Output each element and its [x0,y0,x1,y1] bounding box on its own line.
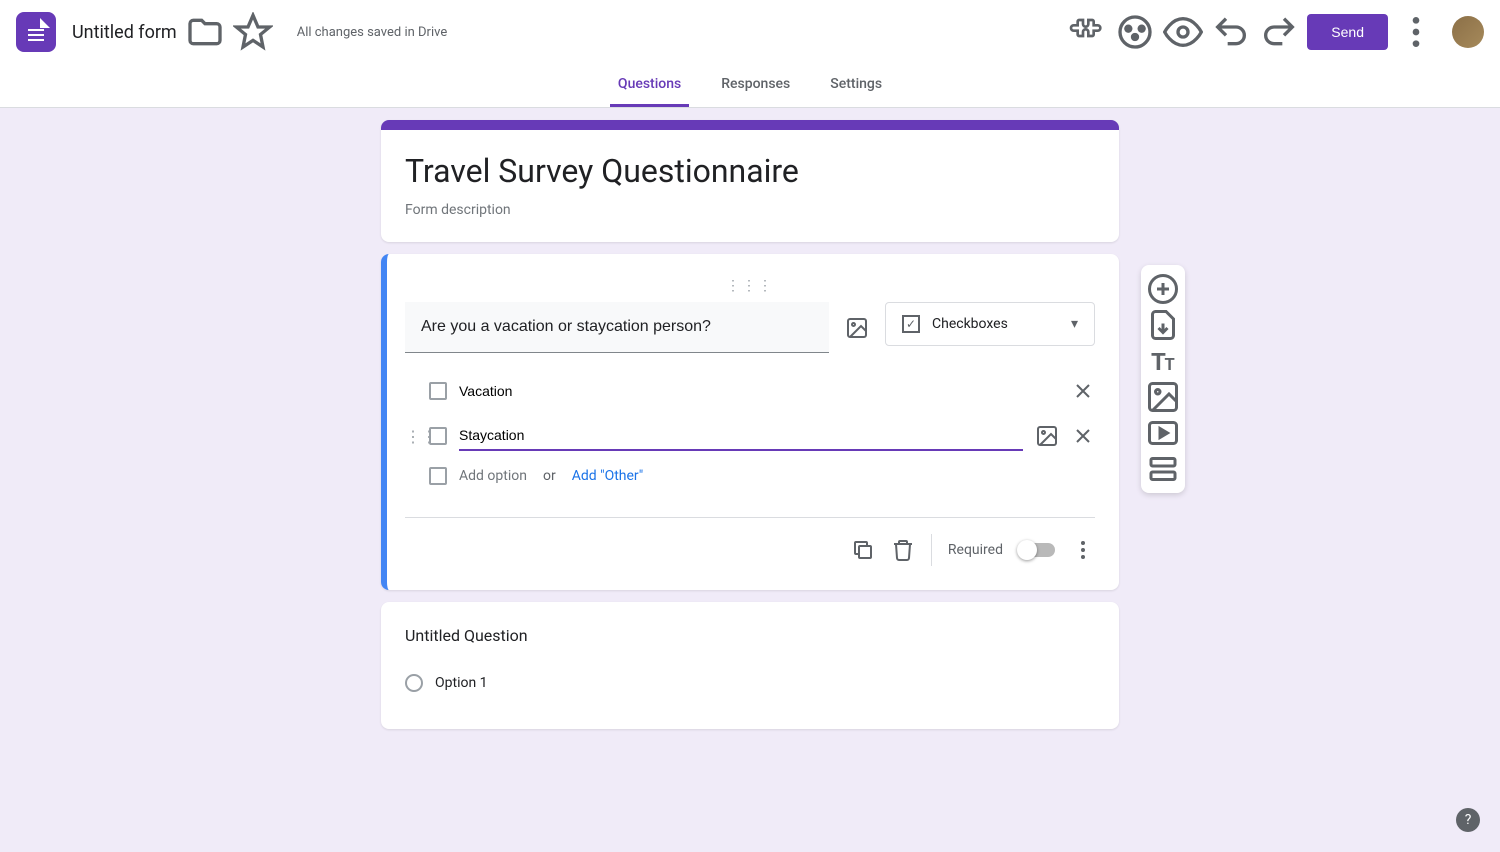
send-button[interactable]: Send [1307,14,1388,50]
remove-option-icon[interactable] [1071,379,1095,403]
redo-icon[interactable] [1259,12,1299,52]
duplicate-icon[interactable] [851,538,875,562]
option-checkbox [429,382,447,400]
delete-icon[interactable] [891,538,915,562]
side-toolbar: TT [1141,265,1185,493]
star-icon[interactable] [233,12,273,52]
tab-settings[interactable]: Settings [822,64,890,107]
question-card-2[interactable]: Untitled Question Option 1 [381,602,1119,729]
drag-handle-icon[interactable]: ⋮⋮⋮ [405,278,1095,294]
preview-icon[interactable] [1163,12,1203,52]
import-questions-icon[interactable] [1145,307,1181,343]
tab-questions[interactable]: Questions [610,64,689,107]
question-type-label: Checkboxes [932,316,1008,332]
title-card[interactable]: Travel Survey Questionnaire Form descrip… [381,120,1119,242]
form-description[interactable]: Form description [405,202,1095,218]
help-icon[interactable]: ? [1456,808,1480,832]
question-2-title: Untitled Question [405,626,1095,645]
question-more-icon[interactable] [1071,538,1095,562]
option-1-text: Option 1 [435,669,1095,697]
form-content: Travel Survey Questionnaire Form descrip… [365,120,1135,729]
question-type-select[interactable]: Checkboxes ▾ [885,302,1095,346]
svg-text:T: T [1165,356,1175,375]
addons-icon[interactable] [1067,12,1107,52]
option-row: Option 1 [405,661,1095,705]
form-name[interactable]: Untitled form [72,22,177,43]
option-image-icon[interactable] [1035,424,1059,448]
tab-responses[interactable]: Responses [713,64,798,107]
option-row-1: ⋮⋮ [405,369,1095,413]
add-section-icon[interactable] [1145,451,1181,487]
add-image-icon[interactable] [1145,379,1181,415]
option-checkbox [429,467,447,485]
question-card-1: ⋮⋮⋮ Checkboxes ▾ ⋮⋮ ⋮⋮ [381,254,1119,590]
checkbox-icon [902,315,920,333]
tabs: Questions Responses Settings [0,64,1500,108]
divider [931,534,932,566]
add-other-link[interactable]: Add "Other" [572,468,644,484]
question-footer: Required [405,517,1095,566]
add-video-icon[interactable] [1145,415,1181,451]
required-toggle[interactable] [1019,543,1055,557]
add-question-icon[interactable] [1145,271,1181,307]
avatar[interactable] [1452,16,1484,48]
theme-icon[interactable] [1115,12,1155,52]
app-header: Untitled form All changes saved in Drive… [0,0,1500,64]
question-title-input[interactable] [405,302,829,353]
option-input-1[interactable] [459,377,1059,405]
required-label: Required [948,542,1003,558]
more-icon[interactable] [1396,12,1436,52]
option-row-2: ⋮⋮ [405,413,1095,459]
forms-logo[interactable] [16,12,56,52]
option-input-2[interactable] [459,421,1023,451]
option-radio [405,674,423,692]
save-status: All changes saved in Drive [297,25,448,40]
move-to-folder-icon[interactable] [185,12,225,52]
option-checkbox [429,427,447,445]
undo-icon[interactable] [1211,12,1251,52]
form-title[interactable]: Travel Survey Questionnaire [405,152,1095,190]
add-title-icon[interactable]: TT [1145,343,1181,379]
remove-option-icon[interactable] [1071,424,1095,448]
chevron-down-icon: ▾ [1071,316,1078,332]
option-drag-icon[interactable]: ⋮⋮ [405,427,417,446]
add-option-row: Add option or Add "Other" [405,459,1095,493]
add-image-icon[interactable] [845,316,869,340]
add-option-placeholder[interactable]: Add option [459,468,527,484]
or-text: or [543,468,556,484]
